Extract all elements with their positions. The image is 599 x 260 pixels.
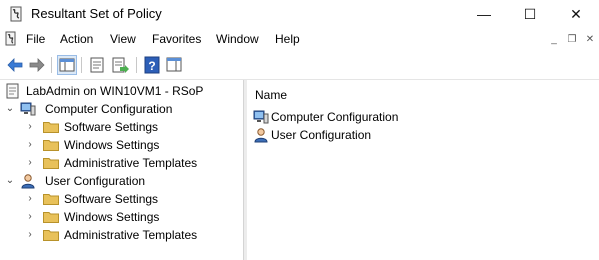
menu-view[interactable]: View <box>110 32 136 46</box>
minimize-button[interactable]: — <box>461 0 507 28</box>
folder-icon <box>43 194 59 205</box>
tree-item-label: Administrative Templates <box>64 228 198 242</box>
toolbar-separator <box>81 57 82 73</box>
show-hide-console-tree-icon <box>59 58 75 72</box>
folder-icon <box>43 230 59 241</box>
tree-item-user-configuration[interactable]: ⌄ User Configuration <box>0 172 243 190</box>
chevron-right-icon[interactable]: › <box>24 208 36 226</box>
title-bar: Resultant Set of Policy — ☐ ✕ <box>0 0 599 28</box>
mdi-close-button[interactable]: ✕ <box>581 32 599 48</box>
chevron-right-icon[interactable]: › <box>24 190 36 208</box>
show-action-pane-icon[interactable] <box>164 55 184 75</box>
mdi-minimize-button[interactable]: _ <box>545 32 563 48</box>
tree-item-computer-software-settings[interactable]: › Software Settings <box>0 118 243 136</box>
menu-favorites[interactable]: Favorites <box>152 32 201 46</box>
list-item-user-configuration[interactable]: User Configuration <box>253 126 553 144</box>
menu-help[interactable]: Help <box>275 32 300 46</box>
svg-text:?: ? <box>148 59 155 73</box>
mdi-window-controls: _ ❐ ✕ <box>545 31 599 47</box>
tree-item-computer-configuration[interactable]: ⌄ Computer Configuration <box>0 100 243 118</box>
tree-item-label: Windows Settings <box>64 138 160 152</box>
computer-icon <box>20 102 36 116</box>
tree-root[interactable]: LabAdmin on WIN10VM1 - RSoP <box>0 82 243 100</box>
list-item-label: Computer Configuration <box>271 110 399 124</box>
tree-item-computer-administrative-templates[interactable]: › Administrative Templates <box>0 154 243 172</box>
export-list-icon[interactable] <box>110 55 130 75</box>
tree-item-label: User Configuration <box>45 174 146 188</box>
maximize-button[interactable]: ☐ <box>507 0 553 28</box>
menu-bar: File Action View Favorites Window Help <box>0 28 599 50</box>
tree-root-label: LabAdmin on WIN10VM1 - RSoP <box>26 84 204 98</box>
menu-action[interactable]: Action <box>60 32 93 46</box>
chevron-right-icon[interactable]: › <box>24 154 36 172</box>
show-hide-console-tree-button[interactable] <box>57 55 77 75</box>
tree-item-user-software-settings[interactable]: › Software Settings <box>0 190 243 208</box>
tree-item-label: Software Settings <box>64 192 159 206</box>
console-tree[interactable]: LabAdmin on WIN10VM1 - RSoP ⌄ Computer C… <box>0 80 244 260</box>
computer-icon <box>253 110 269 124</box>
toolbar-separator <box>136 57 137 73</box>
chevron-right-icon[interactable]: › <box>24 118 36 136</box>
forward-icon[interactable] <box>27 55 47 75</box>
console-menu-icon[interactable] <box>4 31 18 47</box>
chevron-down-icon[interactable]: ⌄ <box>4 172 16 190</box>
properties-icon[interactable] <box>87 55 107 75</box>
back-icon[interactable] <box>5 55 25 75</box>
mdi-restore-button[interactable]: ❐ <box>563 32 581 48</box>
folder-icon <box>43 212 59 223</box>
window-title: Resultant Set of Policy <box>31 6 162 21</box>
list-item-label: User Configuration <box>271 128 372 142</box>
user-icon <box>21 174 35 189</box>
folder-icon <box>43 158 59 169</box>
folder-icon <box>43 140 59 151</box>
rsop-app-icon <box>10 6 22 22</box>
toolbar-separator <box>51 57 52 73</box>
results-pane[interactable]: Name Computer Configuration User Configu… <box>247 80 599 260</box>
toolbar: ? <box>0 52 599 78</box>
chevron-right-icon[interactable]: › <box>24 136 36 154</box>
tree-item-user-windows-settings[interactable]: › Windows Settings <box>0 208 243 226</box>
menu-window[interactable]: Window <box>216 32 259 46</box>
menu-file[interactable]: File <box>26 32 45 46</box>
tree-item-label: Windows Settings <box>64 210 160 224</box>
tree-item-user-administrative-templates[interactable]: › Administrative Templates <box>0 226 243 244</box>
column-header-name[interactable]: Name <box>255 88 287 102</box>
close-button[interactable]: ✕ <box>553 0 599 28</box>
chevron-down-icon[interactable]: ⌄ <box>4 100 16 118</box>
chevron-right-icon[interactable]: › <box>24 226 36 244</box>
tree-item-label: Computer Configuration <box>45 102 173 116</box>
tree-item-label: Software Settings <box>64 120 159 134</box>
user-icon <box>254 128 268 143</box>
rsop-document-icon <box>6 83 19 99</box>
folder-icon <box>43 122 59 133</box>
list-item-computer-configuration[interactable]: Computer Configuration <box>253 108 553 126</box>
help-icon[interactable]: ? <box>142 55 162 75</box>
tree-item-computer-windows-settings[interactable]: › Windows Settings <box>0 136 243 154</box>
tree-item-label: Administrative Templates <box>64 156 198 170</box>
